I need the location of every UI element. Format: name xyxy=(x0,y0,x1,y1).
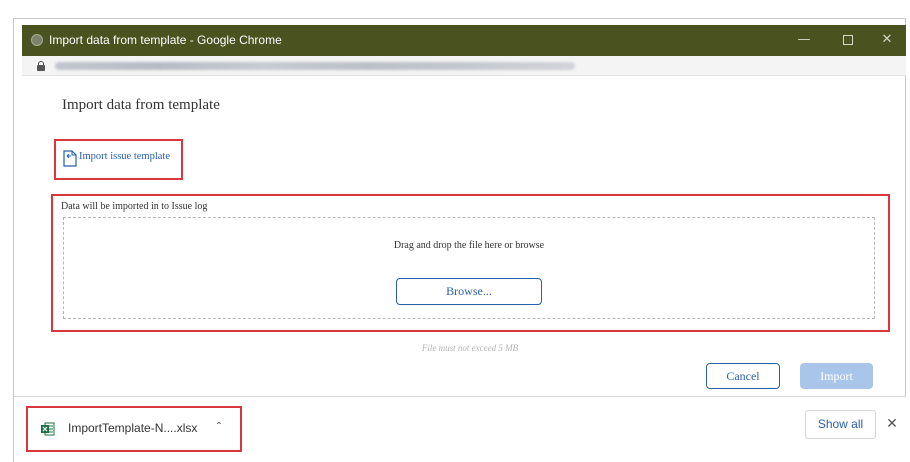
download-filename: ImportTemplate-N....xlsx xyxy=(68,421,198,435)
browse-button[interactable]: Browse... xyxy=(396,278,542,305)
window-titlebar: Import data from template - Google Chrom… xyxy=(22,25,906,56)
import-template-highlight: Import issue template xyxy=(54,139,183,180)
close-shelf-icon[interactable]: ✕ xyxy=(885,415,899,433)
minimize-icon[interactable]: — xyxy=(793,31,815,49)
import-issue-template-link[interactable]: Import issue template xyxy=(79,151,170,162)
chrome-logo-icon xyxy=(31,34,43,46)
maximize-icon[interactable] xyxy=(837,31,859,49)
dropzone-instruction: Drag and drop the file here or browse xyxy=(393,240,545,251)
file-size-note: File must not exceed 5 MB xyxy=(421,343,519,353)
page-title: Import data from template xyxy=(62,97,220,113)
dropzone-highlight: Data will be imported in to Issue log Dr… xyxy=(51,194,890,332)
download-item[interactable]: ImportTemplate-N....xlsx ⌃ xyxy=(26,406,242,452)
excel-file-icon xyxy=(41,422,55,436)
download-shelf: ImportTemplate-N....xlsx ⌃ Show all ✕ xyxy=(14,396,906,462)
close-icon[interactable]: ✕ xyxy=(876,31,898,49)
chevron-up-icon[interactable]: ⌃ xyxy=(212,420,226,434)
lock-icon xyxy=(37,61,46,71)
document-import-icon xyxy=(63,150,77,167)
url-text-blurred xyxy=(55,62,575,70)
window-title: Import data from template - Google Chrom… xyxy=(49,33,282,47)
import-button[interactable]: Import xyxy=(800,363,873,389)
file-dropzone[interactable]: Drag and drop the file here or browse Br… xyxy=(63,217,875,319)
address-bar[interactable] xyxy=(22,56,906,76)
cancel-button[interactable]: Cancel xyxy=(706,363,780,389)
show-all-button[interactable]: Show all xyxy=(805,410,876,439)
dropzone-label: Data will be imported in to Issue log xyxy=(61,201,208,212)
